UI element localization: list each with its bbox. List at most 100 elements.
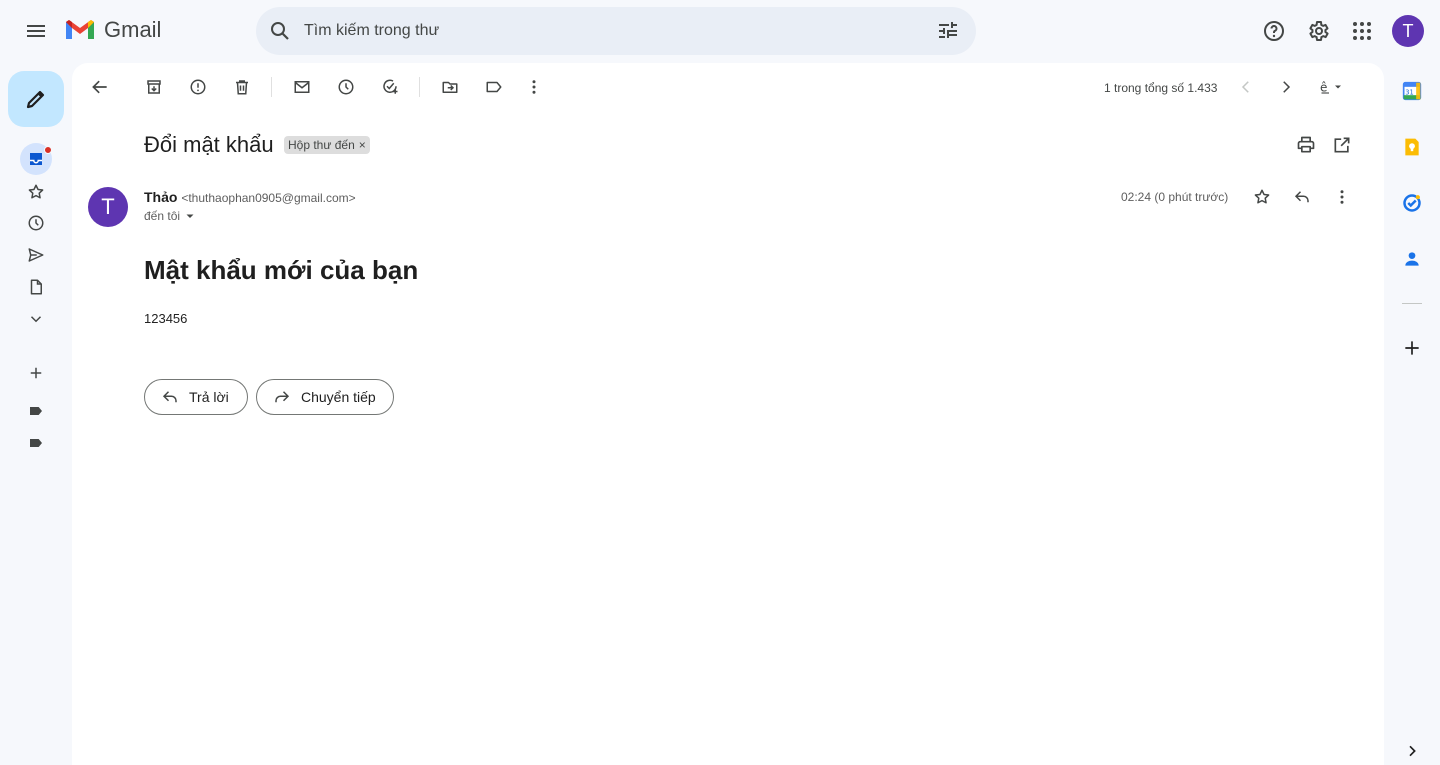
search-icon [271,22,289,40]
print-icon [1297,136,1315,153]
nav-starred[interactable] [20,176,52,208]
forward-button-label: Chuyển tiếp [301,389,376,405]
star-icon [1254,189,1270,204]
archive-icon [147,80,161,94]
chevron-right-icon [1283,81,1291,93]
main-menu-button[interactable] [16,11,56,51]
reply-button-label: Trả lời [189,389,229,405]
labels-button[interactable] [478,71,510,103]
svg-text:ê: ê [1320,81,1327,95]
open-new-window-button[interactable] [1326,129,1358,161]
forward-button[interactable]: Chuyển tiếp [256,379,394,415]
message-time: 02:24 (0 phút trước) [1121,190,1229,204]
keep-icon [1405,138,1419,156]
remove-label-button[interactable]: × [359,138,366,152]
nav-drafts[interactable] [20,271,52,303]
nav-sent[interactable] [20,239,52,271]
open-in-new-icon [1334,137,1350,153]
inbox-label-chip: Hộp thư đến × [284,136,370,154]
nav-label-1[interactable] [20,395,52,427]
caret-down-icon [186,214,194,218]
send-icon [28,248,44,262]
chevron-left-icon [1241,81,1249,93]
sender-name[interactable]: Thảo [144,189,177,205]
newer-button[interactable] [1230,71,1262,103]
gmail-m-icon [66,20,94,39]
recipient-text: đến tôi [144,209,181,223]
compose-button[interactable] [8,71,64,127]
label-icon [30,439,42,447]
reply-icon-button[interactable] [1286,181,1318,213]
tasks-app-button[interactable] [1396,187,1428,219]
gmail-logo[interactable]: Gmail [64,17,161,43]
search-bar[interactable] [256,7,976,55]
mark-unread-button[interactable] [286,71,318,103]
draft-icon [30,279,42,295]
search-options-icon[interactable] [936,19,960,43]
toolbar-divider [419,77,420,97]
archive-button[interactable] [138,71,170,103]
label-chip-text: Hộp thư đến [288,138,355,152]
more-vert-icon [532,80,536,94]
back-button[interactable] [82,69,118,105]
report-spam-button[interactable] [182,71,214,103]
unread-dot [44,146,52,154]
more-actions-button[interactable] [518,71,550,103]
sender-email: <thuthaophan0905@gmail.com> [181,191,356,205]
pencil-icon [26,90,45,109]
move-to-button[interactable] [434,71,466,103]
account-avatar[interactable]: T [1392,15,1424,47]
get-addons-button[interactable] [1396,332,1428,364]
folder-move-icon [442,81,458,93]
tasks-icon [1403,194,1421,212]
sender-avatar[interactable]: T [88,187,128,227]
message-view: 1 trong tổng số 1.433 ê Đổi mật khẩu Hộp… [72,63,1384,765]
nav-inbox[interactable] [20,143,52,175]
message-more-button[interactable] [1326,181,1358,213]
show-side-panel-button[interactable] [1396,737,1428,765]
search-button[interactable] [256,7,304,55]
top-bar: Gmail T [0,0,1440,62]
reply-button[interactable]: Trả lời [144,379,248,415]
create-label-button[interactable] [20,357,52,389]
spam-icon [190,79,206,95]
delete-button[interactable] [226,71,258,103]
support-button[interactable] [1254,11,1294,51]
sender-info: Thảo <thuthaophan0905@gmail.com> [144,189,356,205]
pagination-text: 1 trong tổng số 1.433 [1104,81,1218,95]
nav-label-2[interactable] [20,427,52,459]
apps-grid-icon [1353,22,1371,40]
nav-more[interactable] [20,303,52,335]
add-to-tasks-button[interactable] [374,71,406,103]
arrow-back-icon [92,80,107,94]
label-icon [30,407,42,415]
reply-icon [162,391,177,403]
search-input[interactable] [304,11,904,51]
recipient-details[interactable]: đến tôi [144,209,196,223]
keep-app-button[interactable] [1396,131,1428,163]
message-body-text: 123456 [144,311,188,326]
trash-icon [236,80,248,95]
snooze-button[interactable] [330,71,362,103]
contacts-app-button[interactable] [1396,243,1428,275]
reply-icon [1294,191,1309,203]
nav-snoozed[interactable] [20,207,52,239]
toolbar-divider [271,77,272,97]
settings-button[interactable] [1298,11,1338,51]
print-all-button[interactable] [1290,129,1322,161]
gear-icon [1309,21,1329,41]
calendar-icon: 31 [1402,81,1422,101]
chevron-right-icon [1409,745,1416,757]
mail-icon [294,81,310,93]
star-button[interactable] [1246,181,1278,213]
message-subject: Đổi mật khẩu [144,132,274,157]
older-button[interactable] [1270,71,1302,103]
input-tools-button[interactable]: ê [1310,71,1354,103]
calendar-app-button[interactable]: 31 [1396,75,1428,107]
google-apps-button[interactable] [1342,11,1382,51]
star-icon [28,184,44,199]
chevron-down-icon [30,316,42,323]
calendar-day: 31 [1405,88,1413,96]
plus-icon [30,367,42,379]
plus-icon [1405,341,1419,355]
